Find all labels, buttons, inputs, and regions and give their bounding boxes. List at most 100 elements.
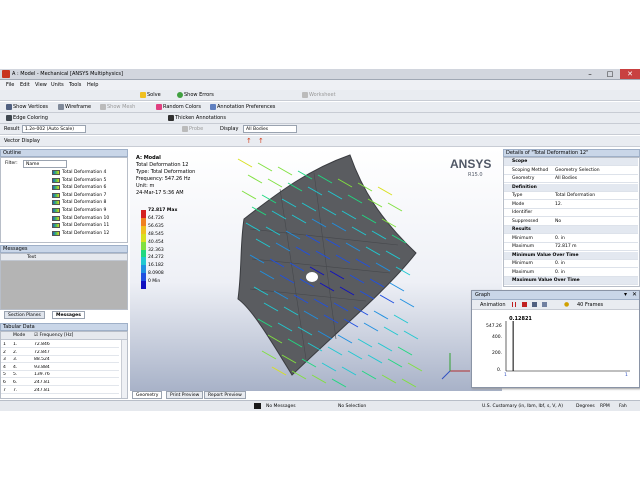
- edge-coloring-dropdown[interactable]: Edge Coloring: [6, 115, 48, 121]
- tab-geometry[interactable]: Geometry: [132, 391, 163, 399]
- pause-icon[interactable]: [512, 302, 516, 307]
- info-model: A: Modal: [136, 155, 161, 161]
- pin-icon[interactable]: ▾: [624, 291, 627, 298]
- close-icon[interactable]: ✕: [632, 291, 637, 298]
- details-row[interactable]: Maximum 72.817 m: [504, 243, 638, 251]
- outline-item[interactable]: Total Deformation 10: [52, 215, 110, 221]
- result-scale-select[interactable]: 1.2e-002 (Auto Scale): [22, 125, 86, 133]
- legend-label: 48.545: [148, 231, 164, 237]
- worksheet-button[interactable]: Worksheet: [302, 92, 336, 98]
- graph-window[interactable]: Graph ▾ ✕ Animation ● 40 Frames 0.12821 …: [471, 290, 640, 388]
- table-row[interactable]: 7 7. 247.81: [1, 387, 119, 394]
- arrow-up-icon-2[interactable]: ↑: [258, 138, 264, 145]
- filter-select[interactable]: Name: [23, 160, 67, 168]
- probe-button[interactable]: Probe: [182, 126, 203, 132]
- frequency-cell: 88.524: [34, 357, 50, 363]
- details-row[interactable]: Minimum 0. in: [504, 260, 638, 268]
- tab-report-preview[interactable]: Report Preview: [204, 391, 246, 399]
- outline-item[interactable]: Total Deformation 6: [52, 185, 106, 191]
- display-select[interactable]: All Bodies: [243, 125, 297, 133]
- frames-icon[interactable]: [532, 302, 537, 307]
- ansys-logo: ANSYS: [450, 157, 492, 171]
- annotation-prefs-button[interactable]: Annotation Preferences: [210, 104, 275, 110]
- table-row[interactable]: 2 2. 72.847: [1, 349, 119, 356]
- menu-edit[interactable]: Edit: [20, 82, 30, 88]
- messages-panel: Text: [0, 253, 128, 310]
- outline-item[interactable]: Total Deformation 11: [52, 223, 109, 229]
- deformation-result-icon: [52, 170, 60, 175]
- table-row[interactable]: 1 1. 72.846: [1, 341, 119, 348]
- details-section[interactable]: Maximum Value Over Time: [504, 277, 638, 285]
- graphics-viewport[interactable]: A: Modal Total Deformation 12 Type: Tota…: [130, 149, 502, 391]
- outline-item[interactable]: Total Deformation 4: [52, 170, 106, 175]
- table-row[interactable]: 6 6. 247.81: [1, 379, 119, 386]
- maximize-button[interactable]: □: [600, 69, 620, 79]
- tabular-column-header: Mode ☑ Frequency [Hz]: [1, 332, 127, 340]
- graph-toolbar: Animation ● 40 Frames: [472, 300, 639, 310]
- tab-section-planes[interactable]: Section Planes: [4, 311, 45, 319]
- table-row[interactable]: 3 3. 88.524: [1, 356, 119, 364]
- outline-item[interactable]: Total Deformation 7: [52, 192, 106, 198]
- status-units[interactable]: U.S. Customary (in, lbm, lbf, s, V, A): [482, 404, 563, 409]
- menu-file[interactable]: File: [6, 82, 14, 88]
- details-row[interactable]: Geometry All Bodies: [504, 175, 638, 183]
- tab-messages[interactable]: Messages: [52, 311, 85, 319]
- show-mesh-button[interactable]: Show Mesh: [100, 104, 135, 110]
- show-errors-button[interactable]: Show Errors: [177, 92, 214, 98]
- outline-item[interactable]: Total Deformation 9: [52, 208, 106, 213]
- outline-item[interactable]: Total Deformation 5: [52, 177, 106, 183]
- info-frequency: Frequency: 547.26 Hz: [136, 176, 191, 182]
- details-row[interactable]: Maximum 0. in: [504, 269, 638, 277]
- legend-label: 24.272: [148, 255, 164, 261]
- outline-item-label: Total Deformation 10: [62, 215, 110, 221]
- outline-item[interactable]: Total Deformation 8: [52, 200, 106, 206]
- status-messages[interactable]: No Messages: [266, 404, 296, 409]
- details-row[interactable]: Identifier: [504, 209, 638, 217]
- details-key: Maximum: [512, 244, 535, 249]
- details-key: Definition: [512, 184, 537, 190]
- arrow-up-icon[interactable]: ↑: [246, 138, 252, 145]
- question-icon: [177, 92, 183, 98]
- export-icon[interactable]: [542, 302, 547, 307]
- details-value: 72.817 m: [555, 244, 577, 249]
- details-section[interactable]: Results: [504, 226, 638, 234]
- mode-cell: 3.: [13, 357, 18, 363]
- outline-item[interactable]: Total Deformation 12: [52, 230, 109, 236]
- details-section[interactable]: Definition: [504, 183, 638, 192]
- details-row[interactable]: Scoping Method Geometry Selection: [504, 167, 638, 175]
- deformation-vector: [237, 158, 253, 168]
- legend-swatch: [141, 225, 146, 234]
- stop-icon[interactable]: [522, 302, 527, 307]
- menu-tools[interactable]: Tools: [69, 82, 81, 88]
- table-row[interactable]: 5 5. 139.76: [1, 371, 119, 379]
- solve-button[interactable]: Solve: [140, 92, 161, 98]
- details-row[interactable]: Suppressed No: [504, 218, 638, 226]
- show-vertices-button[interactable]: Show Vertices: [6, 104, 48, 110]
- tab-print-preview[interactable]: Print Preview: [166, 391, 204, 399]
- details-section[interactable]: Minimum Value Over Time: [504, 251, 638, 260]
- frequency-cell: 247.81: [34, 380, 50, 385]
- deformation-vector: [387, 202, 403, 212]
- details-row[interactable]: Minimum 0. in: [504, 235, 638, 243]
- mode-cell: 1.: [13, 342, 18, 347]
- menu-view[interactable]: View: [35, 82, 47, 88]
- wireframe-button[interactable]: Wireframe: [58, 104, 91, 110]
- menu-help[interactable]: Help: [87, 82, 98, 88]
- deformation-vector: [257, 162, 273, 172]
- status-degrees: Degrees: [576, 404, 595, 409]
- coordinate-triad: [441, 353, 470, 380]
- details-row[interactable]: Mode 12.: [504, 201, 638, 209]
- table-row[interactable]: 4 4. 93.884: [1, 364, 119, 371]
- result-label: Result: [4, 126, 20, 132]
- thicken-annotations-button[interactable]: Thicken Annotations: [168, 115, 226, 121]
- details-row[interactable]: Type Total Deformation: [504, 192, 638, 200]
- frames-select[interactable]: 40 Frames: [577, 302, 603, 308]
- menu-units[interactable]: Units: [51, 82, 64, 88]
- minimize-button[interactable]: –: [580, 69, 600, 79]
- tabular-scrollbar[interactable]: [121, 340, 127, 398]
- deformation-vector: [347, 350, 363, 360]
- random-colors-button[interactable]: Random Colors: [156, 104, 201, 110]
- details-section[interactable]: Scope: [504, 158, 638, 166]
- close-button[interactable]: ✕: [620, 69, 640, 79]
- details-key: Suppressed: [512, 218, 539, 224]
